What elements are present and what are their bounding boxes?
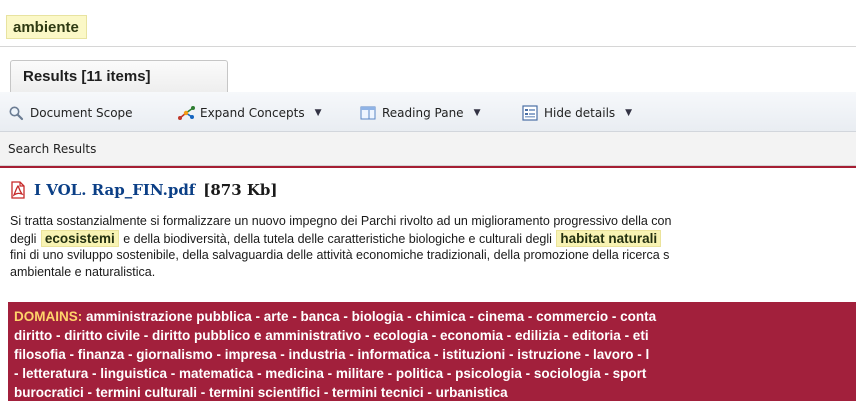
result-title-row: I VOL. Rap_FIN.pdf [873 Kb] (10, 179, 278, 201)
expand-concepts-icon (178, 105, 195, 121)
snippet-line: Si tratta sostanzialmente si formalizzar… (10, 214, 672, 228)
tab-strip: Results [11 items] (0, 56, 856, 148)
snippet-text: e della biodiversità, della tutela delle… (123, 232, 552, 246)
domains-line: burocratici - termini culturali - termin… (14, 385, 508, 400)
expand-concepts-label: Expand Concepts (200, 106, 305, 120)
divider (0, 46, 856, 47)
domains-key: DOMAINS: (14, 309, 83, 324)
search-result-item: I VOL. Rap_FIN.pdf [873 Kb] Si tratta so… (0, 168, 856, 401)
magnifier-icon (8, 105, 24, 121)
chevron-down-icon: ▼ (314, 108, 322, 118)
hide-details-label: Hide details (544, 106, 616, 120)
domains-line: diritto - diritto civile - diritto pubbl… (14, 328, 649, 343)
search-bar: ambiente (0, 0, 856, 48)
search-query-chip[interactable]: ambiente (6, 15, 87, 39)
reading-pane-label: Reading Pane (382, 106, 464, 120)
result-file-size: [873 Kb] (203, 181, 278, 199)
expand-concepts-button[interactable]: Expand Concepts ▼ (178, 104, 322, 122)
reading-pane-button[interactable]: Reading Pane ▼ (360, 104, 480, 122)
highlighted-concept[interactable]: habitat naturali (556, 230, 662, 247)
snippet-text: degli (10, 232, 37, 246)
section-title: Search Results (8, 142, 97, 156)
snippet-line: fini di uno sviluppo sostenibile, della … (10, 248, 670, 262)
chevron-down-icon: ▼ (473, 108, 481, 118)
tab-results[interactable]: Results [11 items] (10, 60, 228, 92)
domains-line: DOMAINS: amministrazione pubblica - arte… (14, 307, 856, 326)
domains-line: - letteratura - linguistica - matematica… (14, 366, 647, 381)
pdf-icon (10, 181, 26, 199)
result-snippet: Si tratta sostanzialmente si formalizzar… (10, 213, 856, 281)
result-file-link[interactable]: I VOL. Rap_FIN.pdf (34, 181, 195, 199)
hide-details-button[interactable]: Hide details ▼ (522, 104, 632, 122)
chevron-down-icon: ▼ (625, 108, 633, 118)
reading-pane-icon (360, 105, 376, 121)
highlighted-concept[interactable]: ecosistemi (40, 230, 119, 247)
results-toolbar: Document Scope Expand Concepts ▼ Reading… (0, 92, 856, 132)
tab-results-label: Results [11 items] (23, 68, 151, 85)
domains-text: amministrazione pubblica - arte - banca … (86, 309, 657, 324)
document-scope-button[interactable]: Document Scope (8, 104, 133, 122)
snippet-line: degli ecosistemi e della biodiversità, d… (10, 230, 856, 247)
details-icon (522, 105, 538, 121)
snippet-line: ambientale e naturalistica. (10, 265, 156, 279)
domains-line: filosofia - finanza - giornalismo - impr… (14, 347, 650, 362)
section-header: Search Results (0, 132, 856, 166)
document-scope-label: Document Scope (30, 106, 133, 120)
domains-panel: DOMAINS: amministrazione pubblica - arte… (8, 302, 856, 401)
